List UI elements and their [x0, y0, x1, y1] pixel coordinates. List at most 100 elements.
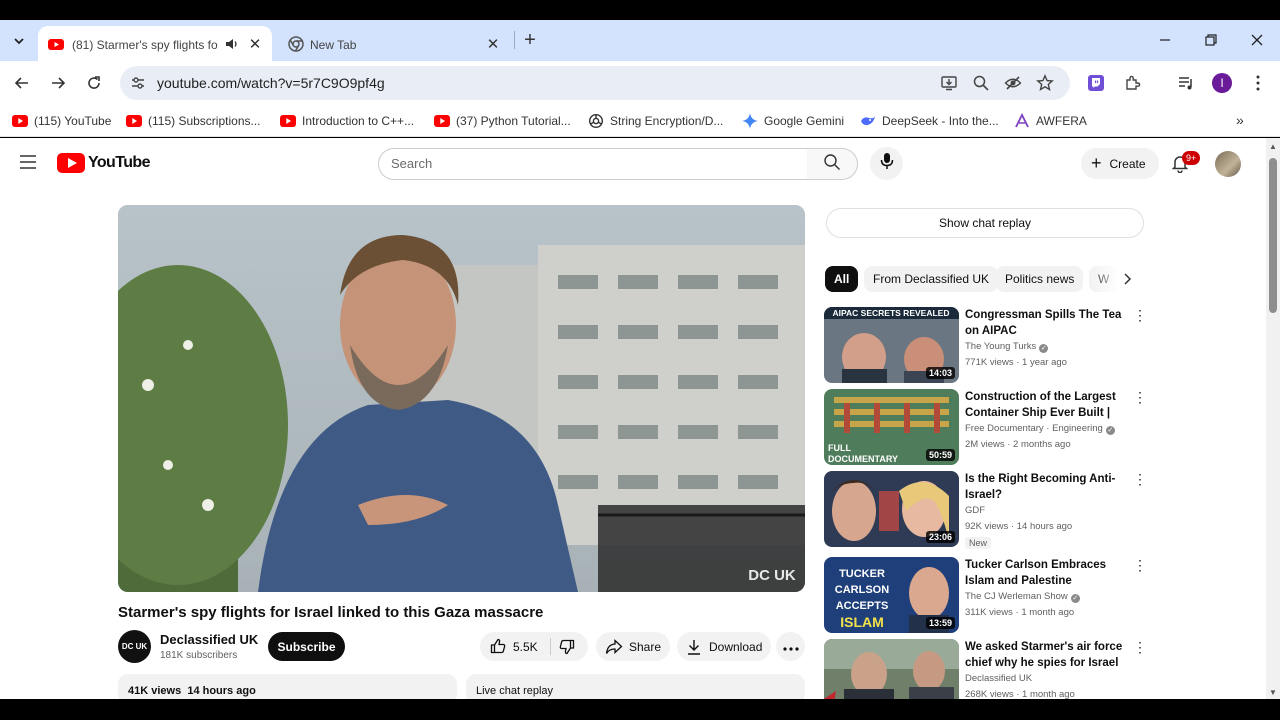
- chip-from-declassified[interactable]: From Declassified UK: [864, 266, 999, 292]
- chevron-double-right-icon[interactable]: »: [1236, 112, 1244, 128]
- recommendation-title[interactable]: Congressman Spills The Tea on AIPAC: [965, 307, 1130, 339]
- verified-icon: ✓: [1105, 426, 1115, 435]
- thumbs-down-icon[interactable]: [559, 639, 575, 658]
- search-input[interactable]: Search: [378, 148, 808, 180]
- channel-logo[interactable]: DC UK: [118, 630, 151, 663]
- upload-age: 14 hours ago: [187, 685, 256, 697]
- video-thumbnail[interactable]: TUCKER CARLSON ACCEPTS ISLAM 13:59: [824, 557, 959, 633]
- address-bar[interactable]: youtube.com/watch?v=5r7C9O9pf4g: [120, 66, 1070, 100]
- show-chat-replay-button[interactable]: Show chat replay: [826, 208, 1144, 238]
- tab-title: (81) Starmer's spy flights fo: [72, 38, 218, 52]
- video-thumbnail[interactable]: FULL DOCUMENTARY 50:59: [824, 389, 959, 465]
- recommendation-item[interactable]: FULL DOCUMENTARY 50:59 Construction of th…: [824, 389, 1147, 465]
- bookmark-string-encryption[interactable]: String Encryption/D...: [588, 112, 723, 130]
- recommendation-item[interactable]: We asked Starmer's air force chief why h…: [824, 639, 1147, 699]
- channel-name[interactable]: Declassified UK: [160, 632, 258, 647]
- more-vert-icon[interactable]: ⋮: [1133, 390, 1147, 407]
- youtube-icon: [12, 113, 28, 129]
- like-count[interactable]: 5.5K: [513, 640, 538, 654]
- view-count: 41K views: [128, 685, 182, 697]
- recommendation-channel[interactable]: The Young Turks ✓: [965, 341, 1049, 353]
- recommendation-title[interactable]: Is the Right Becoming Anti-Israel?: [965, 471, 1130, 503]
- back-icon[interactable]: [11, 72, 33, 94]
- chevron-right-icon[interactable]: [1116, 268, 1138, 290]
- bookmark-label: Introduction to C++...: [302, 114, 415, 128]
- thumbnail-caption: AIPAC SECRETS REVEALED: [833, 308, 950, 318]
- scroll-up-icon[interactable]: ▲: [1269, 142, 1277, 151]
- scrollbar-thumb[interactable]: [1269, 158, 1277, 313]
- description-box[interactable]: 41K views 14 hours ago: [118, 674, 457, 699]
- eye-off-icon[interactable]: [1004, 74, 1022, 92]
- menu-icon[interactable]: [19, 155, 39, 171]
- bookmark-deepseek[interactable]: DeepSeek - Into the...: [860, 112, 999, 130]
- bookmark-label: (37) Python Tutorial...: [456, 114, 571, 128]
- share-button[interactable]: Share: [596, 632, 670, 661]
- minimize-icon[interactable]: [1155, 30, 1175, 50]
- svg-text:DOCUMENTARY: DOCUMENTARY: [828, 454, 898, 464]
- chip-all[interactable]: All: [825, 266, 859, 292]
- subscribe-button[interactable]: Subscribe: [268, 632, 345, 661]
- forward-icon[interactable]: [47, 72, 69, 94]
- recommendation-title[interactable]: We asked Starmer's air force chief why h…: [965, 639, 1130, 671]
- bookmark-gemini[interactable]: Google Gemini: [742, 112, 844, 130]
- bookmark-python[interactable]: (37) Python Tutorial...: [434, 112, 571, 130]
- more-vert-icon[interactable]: ⋮: [1133, 472, 1147, 489]
- live-chat-box[interactable]: Live chat replay: [466, 674, 805, 699]
- site-info-icon[interactable]: [130, 75, 146, 91]
- close-tab-icon[interactable]: ✕: [246, 35, 264, 53]
- recommendation-item[interactable]: AIPAC SECRETS REVEALED 14:03 Congressman…: [824, 307, 1147, 383]
- reload-icon[interactable]: [83, 72, 105, 94]
- extensions-icon[interactable]: [1123, 73, 1143, 93]
- chip-politics-news[interactable]: Politics news: [996, 266, 1084, 292]
- recommendation-title[interactable]: Tucker Carlson Embraces Islam and Palest…: [965, 557, 1130, 589]
- video-thumbnail[interactable]: 23:06: [824, 471, 959, 547]
- recommendation-item[interactable]: TUCKER CARLSON ACCEPTS ISLAM 13:59 Tucker C…: [824, 557, 1147, 633]
- more-vert-icon[interactable]: ⋮: [1133, 640, 1147, 657]
- youtube-logo[interactable]: YouTube: [57, 153, 150, 173]
- new-tab-button[interactable]: +: [520, 29, 540, 51]
- recommendation-channel[interactable]: Declassified UK: [965, 673, 1032, 684]
- account-avatar[interactable]: [1215, 151, 1241, 177]
- download-button[interactable]: Download: [677, 632, 771, 661]
- download-icon: [687, 639, 701, 655]
- bookmark-cpp[interactable]: Introduction to C++...: [280, 112, 414, 130]
- zoom-icon[interactable]: [972, 74, 990, 92]
- more-vert-icon[interactable]: ⋮: [1133, 558, 1147, 575]
- voice-search-button[interactable]: [870, 147, 903, 180]
- tab-new-tab[interactable]: New Tab ✕: [278, 26, 510, 61]
- twitch-extension-icon[interactable]: [1086, 73, 1106, 93]
- recommendation-item[interactable]: 23:06 Is the Right Becoming Anti-Israel?…: [824, 471, 1147, 549]
- scroll-down-icon[interactable]: ▼: [1269, 688, 1277, 697]
- tab-search-icon[interactable]: [8, 30, 30, 52]
- video-thumbnail[interactable]: [824, 639, 959, 699]
- bookmark-awfera[interactable]: AWFERA: [1014, 112, 1087, 130]
- close-tab-icon[interactable]: ✕: [484, 35, 502, 53]
- recommendation-channel[interactable]: GDF: [965, 505, 985, 516]
- install-app-icon[interactable]: [940, 74, 958, 92]
- bookmark-subscriptions[interactable]: (115) Subscriptions...: [126, 112, 261, 130]
- restore-icon[interactable]: [1201, 30, 1221, 50]
- profile-avatar[interactable]: I: [1212, 73, 1232, 93]
- tab-youtube[interactable]: (81) Starmer's spy flights fo ✕: [38, 26, 272, 61]
- video-player[interactable]: DC UK: [118, 205, 805, 592]
- thumbs-up-icon[interactable]: [490, 638, 506, 657]
- youtube-wordmark: YouTube: [88, 154, 150, 171]
- create-button[interactable]: + Create: [1081, 148, 1159, 179]
- speaker-icon[interactable]: [224, 36, 240, 52]
- close-window-icon[interactable]: [1247, 30, 1267, 50]
- more-vert-icon[interactable]: ⋮: [1133, 308, 1147, 325]
- more-vert-icon[interactable]: [1248, 73, 1268, 93]
- recommendation-channel[interactable]: The CJ Werleman Show ✓: [965, 591, 1080, 603]
- more-actions-button[interactable]: [776, 632, 805, 661]
- bookmark-youtube[interactable]: (115) YouTube: [12, 112, 111, 130]
- recommendation-title[interactable]: Construction of the Largest Container Sh…: [965, 389, 1130, 421]
- video-thumbnail[interactable]: AIPAC SECRETS REVEALED 14:03: [824, 307, 959, 383]
- media-control-icon[interactable]: [1176, 73, 1196, 93]
- page-scrollbar[interactable]: ▲ ▼: [1266, 138, 1280, 699]
- search-button[interactable]: [807, 148, 858, 180]
- recommendation-channel[interactable]: Free Documentary · Engineering ✓: [965, 423, 1115, 435]
- share-label: Share: [629, 639, 662, 654]
- bookmark-star-icon[interactable]: [1036, 74, 1054, 92]
- duration-badge: 14:03: [925, 367, 955, 379]
- screen-bottom-bar: [0, 699, 1280, 720]
